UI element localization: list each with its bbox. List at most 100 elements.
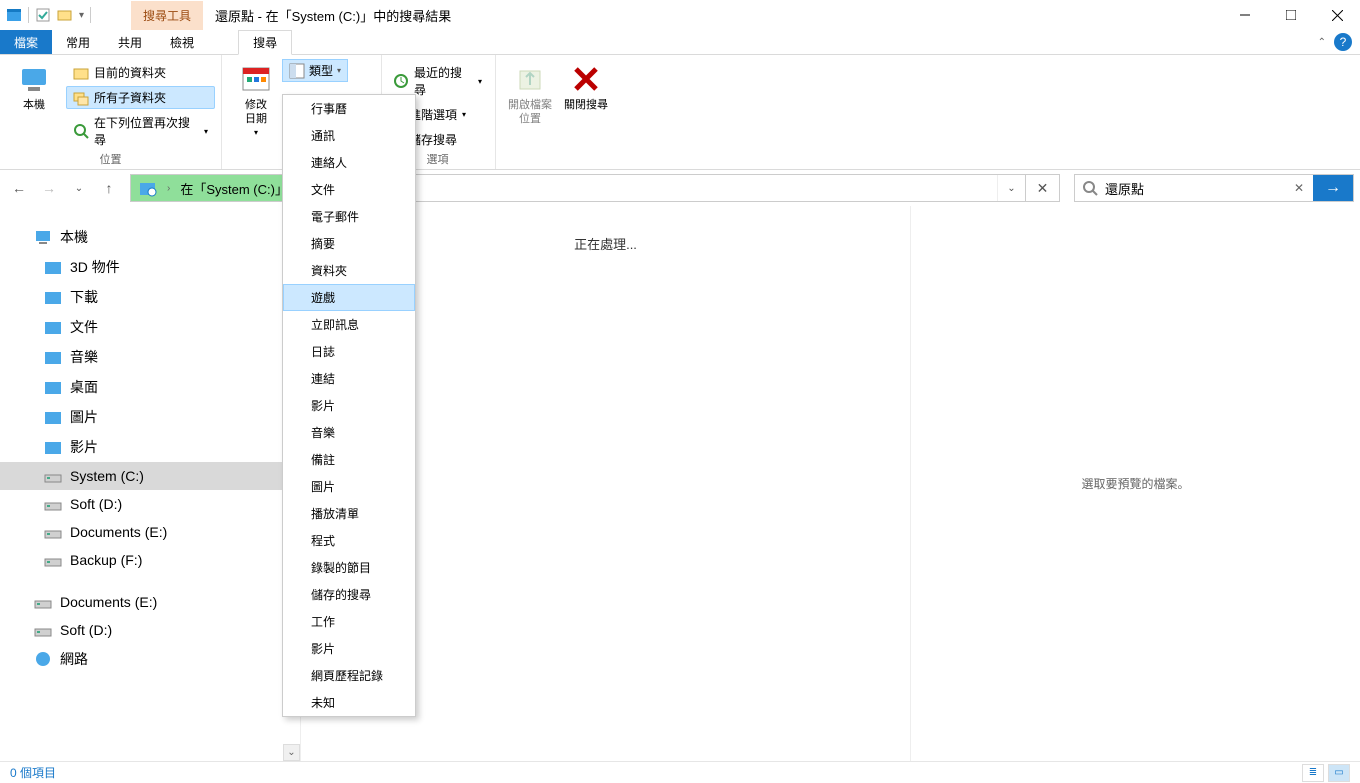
group-label: 位置 [100,151,122,169]
tree-item-icon [44,551,62,569]
kind-menu-item[interactable]: 遊戲 [283,284,415,311]
kind-menu-item[interactable]: 播放清單 [283,500,415,527]
maximize-button[interactable] [1268,0,1314,30]
view-switcher: ≣ ▭ [1302,764,1350,782]
close-search-button[interactable]: 關閉搜尋 [558,59,614,126]
current-folder-button[interactable]: 目前的資料夾 [66,61,215,84]
tree-item[interactable]: 桌面 [0,372,300,402]
up-button[interactable]: ↑ [96,175,122,201]
ribbon-tabs: 檔案 常用 共用 檢視 搜尋 ⌃ ? [0,30,1360,55]
recent-locations-button[interactable]: ⌄ [66,175,92,201]
label: 儲存搜尋 [409,131,457,148]
forward-button[interactable]: → [36,175,62,201]
kind-menu-item[interactable]: 影片 [283,392,415,419]
help-icon[interactable]: ? [1334,33,1352,51]
collapse-ribbon-icon[interactable]: ⌃ [1318,37,1326,48]
tree-scroll-down[interactable]: ⌄ [283,744,300,761]
tree-item-label: Soft (D:) [60,622,112,638]
processing-label: 正在處理... [574,234,637,253]
tree-item[interactable]: 文件 [0,312,300,342]
kind-menu-item[interactable]: 未知 [283,689,415,716]
tree-item[interactable]: 3D 物件 [0,252,300,282]
quick-access-toolbar: ▾ [0,7,91,23]
tab-home[interactable]: 常用 [52,30,104,54]
tree-item-label: 桌面 [70,377,98,397]
kind-menu-item[interactable]: 通訊 [283,122,415,149]
address-dropdown-button[interactable]: ⌄ [997,175,1025,201]
tree-item[interactable]: Soft (D:) [0,490,300,518]
close-button[interactable] [1314,0,1360,30]
calendar-icon [240,63,272,95]
kind-menu-item[interactable]: 錄製的節目 [283,554,415,581]
tab-search[interactable]: 搜尋 [238,30,292,55]
tree-item-icon [34,593,52,611]
chevron-right-icon: › [163,183,174,194]
kind-menu-item[interactable]: 程式 [283,527,415,554]
tree-item[interactable]: 音樂 [0,342,300,372]
tree-item[interactable]: 下載 [0,282,300,312]
tree-item-icon [44,348,62,366]
minimize-button[interactable] [1222,0,1268,30]
tree-item[interactable]: 圖片 [0,402,300,432]
preview-placeholder: 選取要預覽的檔案。 [1081,475,1189,492]
kind-menu-item[interactable]: 連結 [283,365,415,392]
new-folder-icon[interactable] [57,7,73,23]
details-view-button[interactable]: ≣ [1302,764,1324,782]
back-button[interactable]: ← [6,175,32,201]
tree-item-label: 下載 [70,287,98,307]
tree-item-label: Documents (E:) [70,524,167,540]
tab-share[interactable]: 共用 [104,30,156,54]
kind-menu-item[interactable]: 立即訊息 [283,311,415,338]
tree-item[interactable]: Documents (E:) [0,518,300,546]
tree-item-icon [44,467,62,485]
tree-item[interactable]: System (C:) [0,462,300,490]
tab-view[interactable]: 檢視 [156,30,208,54]
this-pc-button[interactable]: 本機 [6,59,62,112]
group-label: 選項 [427,151,449,169]
kind-menu-item[interactable]: 工作 [283,608,415,635]
kind-filter-button[interactable]: 類型 ▾ [282,59,348,82]
tree-item[interactable]: 影片 [0,432,300,462]
qat-dropdown-icon[interactable]: ▾ [79,10,84,21]
address-bar[interactable]: › 在「System (C:)」中的搜尋結果 ⌄ ✕ [130,174,1060,202]
kind-menu-item[interactable]: 圖片 [283,473,415,500]
properties-icon[interactable] [35,7,51,23]
window-title: 還原點 - 在「System (C:)」中的搜尋結果 [215,6,451,25]
tab-file[interactable]: 檔案 [0,30,52,54]
kind-menu-item[interactable]: 連絡人 [283,149,415,176]
search-box[interactable]: 還原點 ✕ → [1074,174,1354,202]
date-modified-button[interactable]: 修改 日期 ▾ [228,59,284,140]
tree-item[interactable]: 網路 [0,644,300,674]
tree-item[interactable]: Documents (E:) [0,588,300,616]
search-go-button[interactable]: → [1313,175,1353,201]
search-again-button[interactable]: 在下列位置再次搜尋 ▾ [66,111,215,151]
large-icons-view-button[interactable]: ▭ [1328,764,1350,782]
kind-menu-item[interactable]: 摘要 [283,230,415,257]
kind-menu-item[interactable]: 電子郵件 [283,203,415,230]
search-input-value[interactable]: 還原點 [1105,179,1285,198]
label: 所有子資料夾 [94,89,166,106]
ribbon-group-options: 開啟檔案 位置 關閉搜尋 [496,55,620,169]
clear-search-button[interactable]: ✕ [1285,181,1313,195]
tree-item[interactable]: 本機 [0,222,300,252]
navigation-tree[interactable]: 本機3D 物件下載文件音樂桌面圖片影片System (C:) Soft (D:) D… [0,206,300,761]
all-subfolders-button[interactable]: 所有子資料夾 [66,86,215,109]
tree-item[interactable]: Soft (D:) [0,616,300,644]
open-file-location-button[interactable]: 開啟檔案 位置 [502,59,558,126]
tree-item[interactable]: Backup (F:) [0,546,300,574]
close-icon [570,63,602,95]
main-body: 本機3D 物件下載文件音樂桌面圖片影片System (C:)Soft (D:)D… [0,206,1360,761]
kind-menu-item[interactable]: 影片 [283,635,415,662]
stop-button[interactable]: ✕ [1025,175,1059,201]
kind-menu-item[interactable]: 資料夾 [283,257,415,284]
tree-item-icon [44,523,62,541]
tree-item-icon [34,650,52,668]
kind-menu-item[interactable]: 備註 [283,446,415,473]
kind-menu-item[interactable]: 網頁歷程記錄 [283,662,415,689]
kind-menu-item[interactable]: 儲存的搜尋 [283,581,415,608]
kind-menu-item[interactable]: 音樂 [283,419,415,446]
kind-menu-item[interactable]: 日誌 [283,338,415,365]
kind-menu-item[interactable]: 行事曆 [283,95,415,122]
tree-item-label: Soft (D:) [70,496,122,512]
kind-menu-item[interactable]: 文件 [283,176,415,203]
